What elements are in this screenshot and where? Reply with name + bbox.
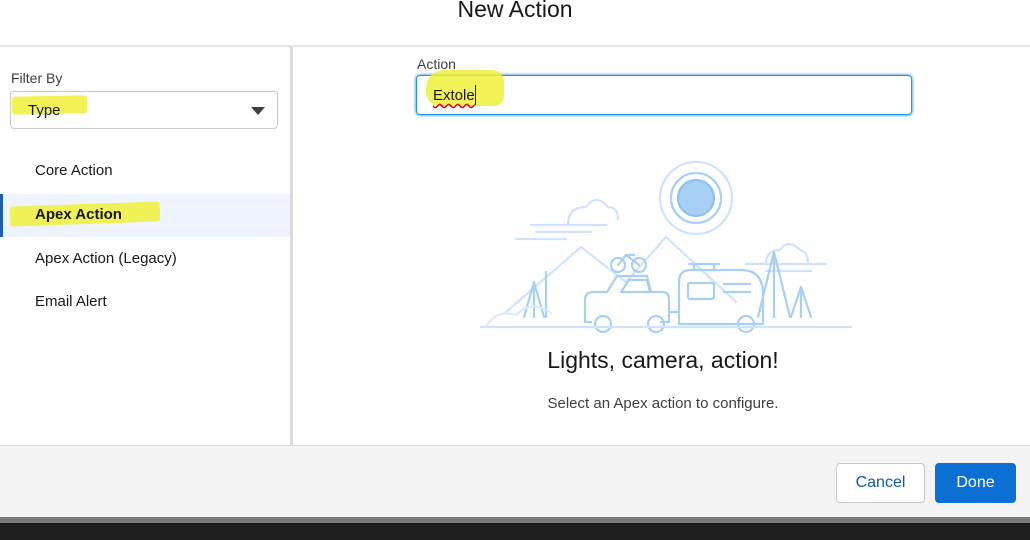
sidebar-item-label: Apex Action bbox=[35, 206, 122, 223]
sidebar-item-label: Apex Action (Legacy) bbox=[35, 250, 177, 267]
sidebar-item-apex-action[interactable]: Apex Action bbox=[0, 194, 290, 237]
sidebar-item-email-alert[interactable]: Email Alert bbox=[0, 281, 290, 324]
modal-footer: Cancel Done bbox=[0, 445, 1030, 517]
new-action-modal: New Action Filter By Type Core Action Ap… bbox=[0, 0, 1030, 540]
filter-by-label: Filter By bbox=[11, 70, 63, 86]
filter-type-select[interactable]: Type bbox=[10, 91, 278, 129]
modal-title: New Action bbox=[457, 0, 573, 22]
action-search-input[interactable]: Extole bbox=[416, 70, 912, 115]
sidebar-item-apex-action-legacy[interactable]: Apex Action (Legacy) bbox=[0, 238, 290, 281]
filter-select-value: Type bbox=[28, 102, 61, 119]
sidebar: Filter By Type Core Action Apex Action A… bbox=[0, 47, 293, 445]
text-cursor bbox=[475, 85, 476, 105]
caret-down-icon[interactable] bbox=[251, 107, 265, 115]
cancel-button[interactable]: Cancel bbox=[836, 463, 925, 503]
taskbar-strip bbox=[0, 517, 1030, 540]
empty-state-subtitle: Select an Apex action to configure. bbox=[547, 395, 779, 412]
main-panel: Action Extole Lights, camera, action! Se… bbox=[296, 47, 1030, 445]
empty-state-title: Lights, camera, action! bbox=[547, 347, 779, 373]
camping-trailer-illustration-icon bbox=[479, 160, 853, 334]
done-button[interactable]: Done bbox=[935, 463, 1016, 503]
modal-header: New Action bbox=[0, 0, 1030, 47]
sidebar-item-core-action[interactable]: Core Action bbox=[0, 150, 290, 193]
sidebar-item-label: Email Alert bbox=[35, 293, 107, 310]
sidebar-item-label: Core Action bbox=[35, 162, 113, 179]
action-input-value: Extole bbox=[433, 87, 475, 104]
